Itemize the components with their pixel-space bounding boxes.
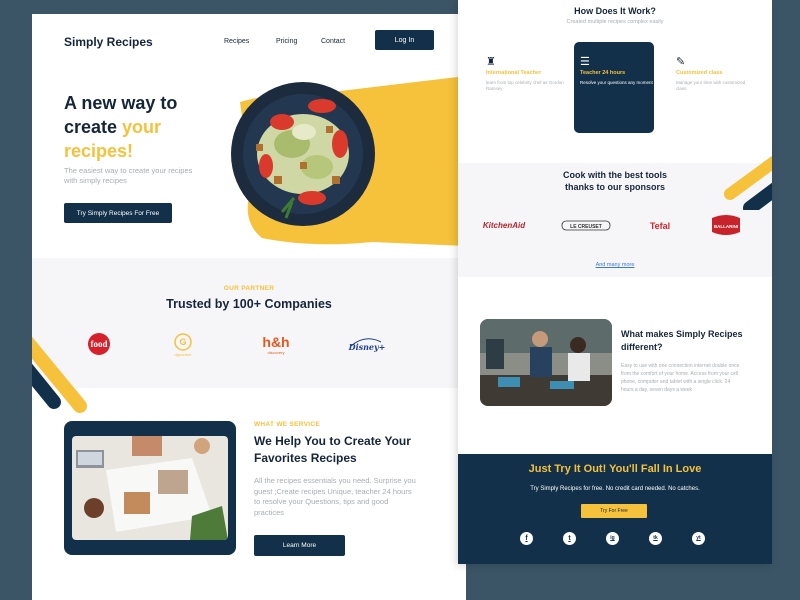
couple-cooking-image bbox=[480, 319, 612, 406]
ballarini-logo: BALLARINI bbox=[712, 215, 740, 235]
hero-salad-image bbox=[231, 76, 466, 246]
svg-text:discovery: discovery bbox=[268, 350, 285, 355]
try-free-button[interactable]: Try Simply Recipes For Free bbox=[64, 203, 172, 223]
decorative-stripes bbox=[32, 336, 87, 413]
partners-eyebrow: OUR PARTNER bbox=[223, 285, 275, 292]
how-it-works-title: How Does It Work? bbox=[574, 6, 656, 16]
tiktok-icon[interactable]: tk bbox=[649, 532, 662, 545]
hero-title-accent-2: recipes! bbox=[64, 141, 134, 161]
feature-desc: learn from top celebrity chef as Gordon … bbox=[486, 80, 564, 91]
sponsors-title-line1: Cook with the best tools bbox=[562, 170, 667, 180]
hh-discovery-logo: h&h discovery bbox=[262, 334, 289, 355]
twitter-icon[interactable]: t bbox=[563, 532, 576, 545]
different-text: Easy to use with one connection internet… bbox=[621, 363, 740, 393]
cta-title: Just Try It Out! You'll Fall In Love bbox=[528, 463, 702, 475]
decorative-stripes bbox=[724, 155, 772, 210]
svg-text:dgourmet: dgourmet bbox=[175, 352, 193, 357]
kitchenaid-logo: KitchenAid bbox=[483, 221, 526, 230]
chef-hat-icon: ♜ bbox=[486, 56, 496, 68]
feature-international-teacher[interactable]: ♜ International Teacher learn from top c… bbox=[486, 56, 564, 92]
service-title: We Help You to Create Your Favorites Rec… bbox=[254, 434, 411, 465]
landing-page-right: How Does It Work? Created multiple recip… bbox=[458, 0, 772, 564]
nav-item-contact[interactable]: Contact bbox=[321, 38, 345, 45]
youtube-icon[interactable]: yt bbox=[692, 532, 705, 545]
hero-title-line1: A new way to bbox=[64, 93, 178, 113]
service-text: All the recipes essentials you need. Sur… bbox=[254, 476, 416, 517]
feature-desc: Manage your time with customized class bbox=[676, 80, 746, 91]
instagram-icon[interactable]: ig bbox=[606, 532, 619, 545]
nav-item-pricing[interactable]: Pricing bbox=[276, 38, 297, 45]
utensils-icon: ☰ bbox=[580, 56, 590, 68]
cta-subtitle: Try Simply Recipes for free. No credit c… bbox=[530, 486, 700, 492]
dgourmet-logo: G dgourmet bbox=[174, 333, 193, 357]
nav-item-recipes[interactable]: Recipes bbox=[224, 38, 249, 45]
facebook-icon[interactable]: f bbox=[520, 532, 533, 545]
and-many-more-link[interactable]: And many more bbox=[458, 262, 772, 268]
svg-text:Disney+: Disney+ bbox=[348, 342, 386, 352]
partners-title: Trusted by 100+ Companies bbox=[166, 297, 332, 311]
feature-teacher-24h[interactable]: ☰ Teacher 24 hours Resolve your question… bbox=[580, 56, 658, 86]
tefal-logo: Tefal bbox=[650, 221, 670, 231]
feature-title: International Teacher bbox=[486, 70, 542, 76]
svg-text:Tefal: Tefal bbox=[650, 221, 670, 231]
hero-title-accent-1: your bbox=[122, 117, 162, 137]
service-eyebrow: WHAT WE SERVICE bbox=[254, 421, 321, 428]
landing-page-left: Simply Recipes Recipes Pricing Contact L… bbox=[32, 14, 466, 600]
hero-title-line2: create bbox=[64, 117, 123, 137]
feature-customized-class[interactable]: ✎ Customized class Manage your time with… bbox=[676, 56, 754, 92]
different-title: What makes Simply Recipes different? bbox=[621, 329, 743, 352]
chat-icon: ✎ bbox=[676, 56, 686, 68]
svg-text:KitchenAid: KitchenAid bbox=[483, 221, 526, 230]
feature-title: Customized class bbox=[676, 70, 723, 76]
hero-title: A new way to create your recipes! bbox=[64, 91, 234, 163]
site-logo[interactable]: Simply Recipes bbox=[64, 35, 153, 49]
svg-text:G: G bbox=[179, 337, 186, 347]
disney-plus-logo: Disney+ bbox=[348, 338, 386, 352]
learn-more-button[interactable]: Learn More bbox=[254, 535, 345, 556]
hero-subtitle: The easiest way to create your recipes w… bbox=[64, 166, 193, 185]
try-for-free-button[interactable]: Try For Free bbox=[581, 504, 647, 518]
sponsors-title-line2: thanks to our sponsors bbox=[564, 182, 665, 192]
svg-text:h&h: h&h bbox=[262, 334, 289, 350]
svg-text:BALLARINI: BALLARINI bbox=[714, 224, 738, 229]
feature-desc: Resolve your questions any moment bbox=[580, 80, 653, 85]
le-creuset-logo: LE CREUSET bbox=[561, 220, 611, 231]
feature-title: Teacher 24 hours bbox=[580, 70, 626, 76]
how-it-works-subtitle: Created multiple recipes complex easily bbox=[566, 19, 664, 25]
recipe-book-image bbox=[72, 436, 228, 540]
login-button[interactable]: Log In bbox=[375, 30, 434, 50]
svg-text:LE CREUSET: LE CREUSET bbox=[570, 224, 602, 230]
